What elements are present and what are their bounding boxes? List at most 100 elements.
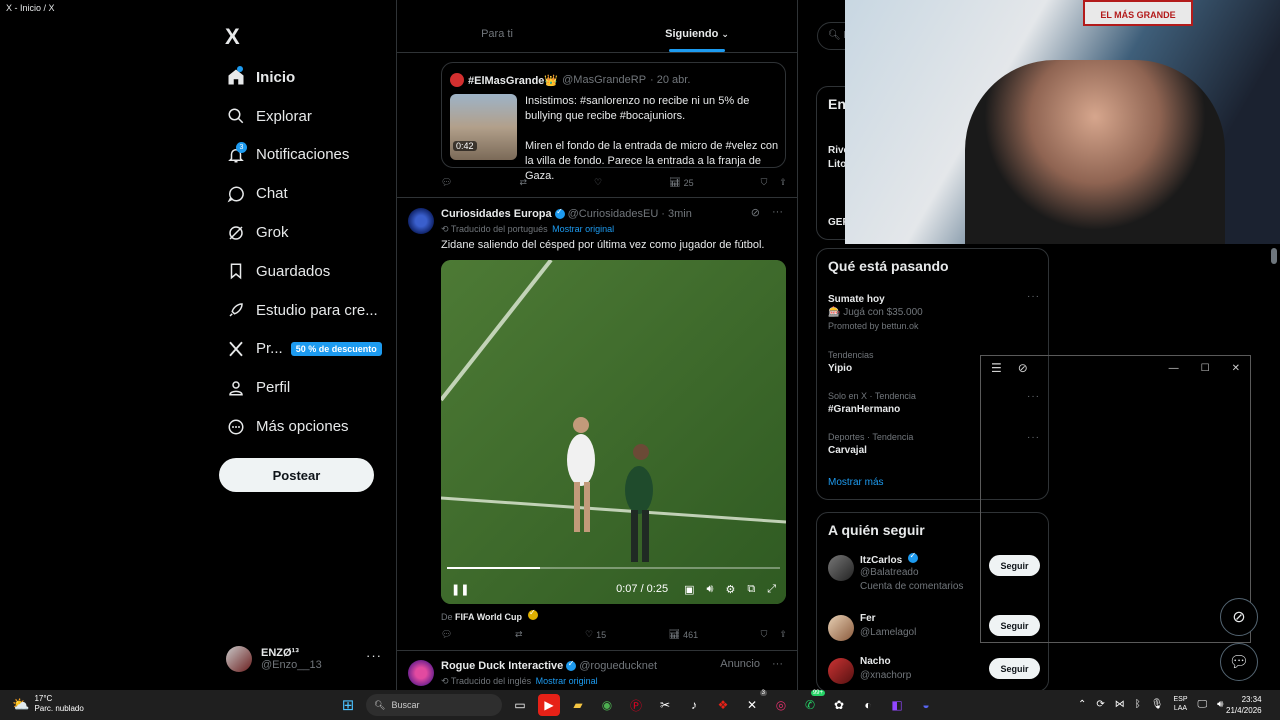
clock-date: 21/4/2026 — [1226, 706, 1262, 715]
retweet-icon[interactable]: ⇄ — [519, 177, 527, 188]
weather-widget[interactable]: ⛅ 17°C Parc. nublado — [12, 694, 84, 714]
follow-handle: @Balatreado — [860, 567, 919, 578]
minimize-icon[interactable]: — — [1169, 363, 1179, 374]
x-logo-icon[interactable]: X — [225, 24, 240, 50]
x-app-icon[interactable]: ✕ 3 — [741, 690, 767, 716]
more-dots-icon[interactable]: ··· — [772, 658, 783, 670]
share-icon[interactable]: ⇪ — [779, 629, 787, 640]
nav-item-creator-studio[interactable]: Estudio para cre... — [218, 291, 396, 330]
file-explorer-icon[interactable]: ▰ — [567, 694, 589, 716]
discord-icon[interactable]: ◒ — [915, 694, 937, 716]
block-icon[interactable]: ⊘ — [1018, 361, 1028, 375]
nav-item-chat[interactable]: Chat — [218, 174, 396, 213]
capcut-icon[interactable]: ✂ — [654, 694, 676, 716]
whatsapp-icon[interactable]: ✆ 99+ — [799, 690, 825, 716]
twitch-icon[interactable]: ◧ — [886, 694, 908, 716]
scrollbar[interactable] — [1271, 248, 1277, 264]
nav-item-explore[interactable]: Explorar — [218, 97, 396, 136]
nav-item-grok[interactable]: Grok — [218, 213, 396, 252]
volume-icon[interactable]: 🔊︎ — [707, 583, 714, 596]
settings-icon[interactable]: ⚙ — [725, 583, 735, 596]
account-switcher[interactable]: ENZØ¹³ @Enzo__13 ··· — [226, 642, 396, 676]
author-name[interactable]: Rogue Duck Interactive — [441, 660, 563, 672]
nav-item-more[interactable]: Más opciones — [218, 407, 396, 446]
video-progress-bar[interactable] — [447, 567, 780, 569]
nav-item-premium[interactable]: Pr... 50 % de descuento — [218, 330, 396, 369]
maximize-icon[interactable]: ☐ — [1201, 363, 1210, 374]
youtube-icon[interactable]: ▶ — [538, 694, 560, 716]
nav-item-profile[interactable]: Perfil — [218, 368, 396, 407]
taskbar-search[interactable]: 🔍︎ Buscar — [366, 694, 502, 716]
nav-item-notifications[interactable]: 3 Notificaciones — [218, 136, 396, 175]
close-icon[interactable]: ✕ — [1232, 363, 1240, 374]
fullscreen-icon[interactable]: ⤢ — [767, 583, 776, 596]
bookmark-icon[interactable]: ⛉ — [761, 629, 768, 640]
messages-fab-icon[interactable]: 💬︎ — [1220, 643, 1258, 681]
quoted-author-name: #ElMasGrande👑 — [468, 74, 559, 87]
author-name[interactable]: Curiosidades Europa — [441, 208, 552, 220]
reply-icon[interactable]: 💬︎ — [441, 177, 452, 188]
more-dots-icon[interactable]: ··· — [366, 648, 382, 663]
primary-nav: Inicio Explorar 3 Notificaciones Chat Gr… — [218, 58, 396, 446]
nav-item-bookmarks[interactable]: Guardados — [218, 252, 396, 291]
chrome-icon[interactable]: ◉ — [596, 694, 618, 716]
mic-icon[interactable]: 🎙︎ — [1151, 699, 1164, 710]
bluetooth-icon[interactable]: ᛒ — [1135, 699, 1141, 710]
video-player[interactable]: ❚❚ 0:07 / 0:25 ▣ 🔊︎ ⚙ ⧉ ⤢ — [441, 260, 786, 604]
follow-button[interactable]: Seguir — [989, 658, 1040, 679]
like-icon[interactable]: ♡ 15 — [585, 629, 606, 640]
pinterest-icon[interactable]: Ⓟ — [625, 694, 647, 716]
avatar[interactable] — [408, 660, 434, 686]
show-original-link[interactable]: Mostrar original — [536, 676, 598, 686]
instagram-icon[interactable]: ◎ — [770, 694, 792, 716]
like-icon[interactable]: ♡ — [594, 177, 602, 188]
video-frame — [441, 260, 786, 604]
retweet-icon[interactable]: ⇄ — [515, 629, 523, 640]
avatar[interactable] — [408, 208, 434, 234]
search-icon — [218, 107, 256, 125]
tiktok-icon[interactable]: ♪ — [683, 694, 705, 716]
more-dots-icon[interactable]: ··· — [772, 206, 783, 219]
network-icon[interactable]: ⋈ — [1115, 699, 1125, 710]
webcam-overlay: EL MÁS GRANDE — [845, 0, 1280, 244]
floating-window[interactable]: ☰ ⊘ — ☐ ✕ — [980, 355, 1251, 643]
windows-start-icon[interactable]: ⊞ — [337, 694, 359, 716]
views-icon[interactable]: 📊︎ 461 — [669, 629, 698, 640]
volume-icon[interactable]: 🔊︎ — [1217, 699, 1223, 710]
clock[interactable]: 23:34 21/4/2026 — [1226, 694, 1262, 716]
views-icon[interactable]: 📊︎ 25 — [669, 177, 693, 188]
timeline-tabs: Para ti Siguiendo ⌄ — [397, 17, 797, 53]
chatgpt-icon[interactable]: ✿ — [828, 694, 850, 716]
source-link[interactable]: FIFA World Cup — [455, 612, 522, 622]
follow-note: Cuenta de comentarios — [860, 581, 964, 592]
reply-icon[interactable]: 💬︎ — [441, 629, 452, 640]
chevron-up-icon[interactable]: ⌃ — [1078, 699, 1086, 710]
share-icon[interactable]: ⇪ — [779, 177, 787, 188]
pip-icon[interactable]: ⧉ — [747, 583, 755, 596]
grok-fab-icon[interactable]: ⊘ — [1220, 598, 1258, 636]
quoted-tweet[interactable]: #ElMasGrande👑 @MasGrandeRP · 20 abr. 0:4… — [441, 62, 786, 182]
bookmark-icon[interactable]: ⛉ — [761, 177, 768, 188]
post-button[interactable]: Postear — [219, 458, 374, 492]
trend-item[interactable]: Sumate hoy 🎰 Jugá con $35.000 Promoted b… — [828, 291, 1040, 331]
task-view-icon[interactable]: ▭ — [509, 694, 531, 716]
show-original-link[interactable]: Mostrar original — [552, 224, 614, 234]
captions-icon[interactable]: ▣ — [684, 583, 694, 596]
tab-following[interactable]: Siguiendo ⌄ — [597, 17, 797, 52]
webcam-banner: EL MÁS GRANDE — [1083, 0, 1193, 26]
pause-icon[interactable]: ❚❚ — [451, 583, 469, 596]
nav-item-home[interactable]: Inicio — [218, 58, 396, 97]
app-icon[interactable]: ◐ — [857, 694, 879, 716]
more-dots-icon[interactable]: ··· — [1027, 291, 1040, 302]
language-indicator[interactable]: ESP LAA — [1173, 695, 1187, 713]
app-icon[interactable]: ❖ — [712, 694, 734, 716]
tab-for-you[interactable]: Para ti — [397, 17, 597, 52]
tweet-actions: 💬︎ ⇄ ♡ 15 📊︎ 461 ⛉ ⇪ — [441, 629, 787, 640]
show-more-link[interactable]: Mostrar más — [828, 477, 884, 488]
window-titlebar[interactable]: ☰ ⊘ — ☐ ✕ — [981, 356, 1250, 380]
sync-icon[interactable]: ⟳ — [1096, 699, 1104, 710]
hamburger-menu-icon[interactable]: ☰ — [991, 361, 1002, 375]
grok-icon[interactable]: ⊘ — [751, 206, 760, 219]
nav-label: Notificaciones — [256, 146, 350, 164]
monitor-icon[interactable]: 🖵︎ — [1198, 699, 1208, 710]
